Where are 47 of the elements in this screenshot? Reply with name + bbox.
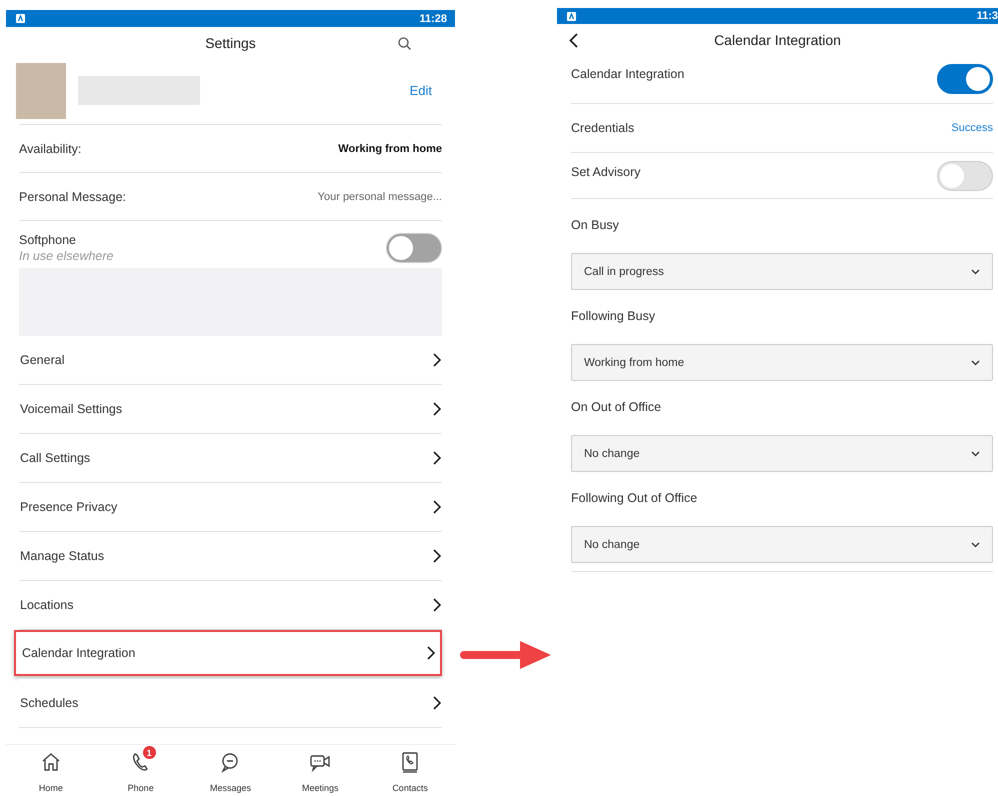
caret-icon	[971, 542, 980, 548]
chevron-right-icon	[433, 402, 441, 416]
nav-tab[interactable]: Messages	[186, 745, 276, 796]
nav-tab[interactable]: 1 Phone	[96, 745, 186, 796]
screen-title: Calendar Integration	[714, 32, 841, 48]
field-label: On Out of Office	[571, 400, 662, 416]
status-time: 11:28	[419, 12, 447, 24]
chevron-right-icon	[433, 598, 441, 612]
chevron-right-icon	[433, 451, 441, 465]
field-label: On Busy	[571, 218, 620, 234]
row-value: Your personal message...	[318, 190, 442, 202]
caret-icon	[971, 360, 980, 366]
menu-item[interactable]: Calendar Integration	[14, 630, 442, 676]
dropdown[interactable]: Working from home	[571, 344, 993, 381]
row-label: Credentials	[571, 121, 634, 135]
chevron-right-icon	[433, 549, 441, 563]
nav-tab[interactable]: Contacts	[365, 745, 455, 796]
chevron-right-icon	[433, 353, 441, 367]
dropdown[interactable]: No change	[571, 435, 993, 472]
app-icon	[16, 14, 25, 23]
row-label: Personal Message:	[19, 190, 126, 204]
row-label: Calendar Integration	[571, 67, 684, 81]
status-time: 11:3	[976, 10, 998, 22]
app-icon	[567, 12, 576, 20]
avatar-placeholder	[16, 62, 66, 118]
search-icon[interactable]	[398, 37, 411, 50]
nav-tab[interactable]: Meetings	[275, 745, 366, 796]
field-label: Following Out of Office	[571, 491, 698, 507]
chevron-right-icon	[427, 646, 435, 660]
nav-tab[interactable]: Home	[6, 745, 96, 796]
field-label: Following Busy	[571, 309, 656, 325]
caret-icon	[971, 268, 980, 274]
notification-badge: 1	[142, 746, 156, 759]
dropdown[interactable]: No change	[571, 526, 993, 563]
chevron-right-icon	[433, 696, 441, 710]
row-value: Working from home	[338, 142, 442, 154]
row-label: Set Advisory	[571, 165, 640, 179]
status-text: Success	[951, 122, 993, 134]
dropdown[interactable]: Call in progress	[571, 253, 993, 290]
row-label: Softphone In use elsewhere	[19, 233, 114, 263]
back-icon[interactable]	[569, 33, 578, 48]
row-label: Availability:	[19, 142, 82, 156]
screen-title: Settings	[205, 34, 256, 50]
toggle-switch[interactable]	[937, 64, 993, 94]
chevron-right-icon	[433, 500, 441, 514]
caret-icon	[971, 450, 980, 456]
edit-link[interactable]: Edit	[410, 83, 432, 98]
